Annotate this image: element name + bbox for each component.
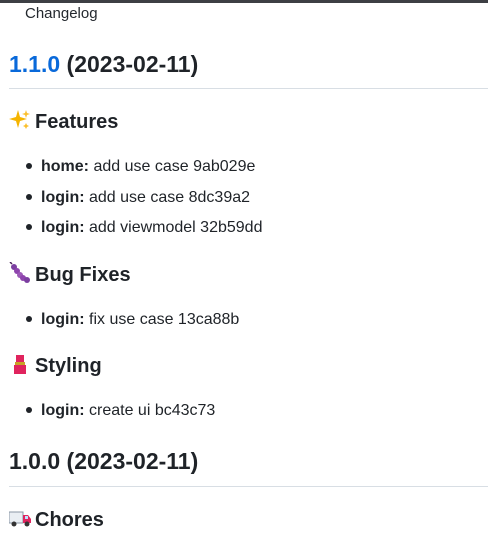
- section-heading-features: Features: [9, 109, 118, 135]
- commit-text: add use case 9ab029e: [93, 158, 256, 175]
- list-item: login: add viewmodel 32b59dd: [0, 218, 262, 249]
- bullet: [26, 163, 32, 169]
- features-list: home: add use case 9ab029e login: add us…: [0, 157, 262, 249]
- bug-fixes-list: login: fix use case 13ca88b: [0, 310, 239, 341]
- commit-scope: home:: [41, 158, 89, 175]
- commit-text: fix use case 13ca88b: [89, 311, 240, 328]
- commit-text: add use case 8dc39a2: [89, 188, 251, 206]
- styling-list: login: create ui bc43c73: [0, 401, 215, 432]
- bullet: [26, 224, 32, 230]
- list-item: home: add use case 9ab029e: [0, 157, 262, 188]
- section-title: Features: [35, 111, 119, 133]
- lipstick-icon: [9, 353, 31, 379]
- top-border: [0, 0, 488, 3]
- heading-divider: [9, 88, 488, 89]
- bullet: [26, 407, 32, 413]
- truck-icon: [9, 507, 31, 533]
- commit-scope: login:: [41, 219, 85, 236]
- section-heading-styling: Styling: [9, 353, 102, 379]
- commit-scope: login:: [41, 402, 85, 419]
- section-title: Chores: [35, 509, 104, 531]
- commit-text: add viewmodel 32b59dd: [89, 219, 263, 236]
- commit-scope: login:: [41, 188, 85, 206]
- list-item: login: create ui bc43c73: [0, 401, 215, 432]
- list-item: login: add use case 8dc39a2: [0, 188, 262, 219]
- heading-divider: [9, 486, 488, 487]
- sparkles-icon: [9, 109, 31, 135]
- release-version-link[interactable]: 1.1.0: [9, 51, 60, 77]
- release-date: (2023-02-11): [66, 448, 199, 474]
- section-title: Styling: [35, 355, 102, 377]
- breadcrumb[interactable]: Changelog: [25, 4, 98, 24]
- release-heading-1-1-0: 1.1.0 (2023-02-11): [9, 50, 198, 78]
- list-item: login: fix use case 13ca88b: [0, 310, 239, 341]
- bullet: [26, 193, 32, 200]
- commit-scope: login:: [41, 311, 85, 328]
- release-heading-1-0-0: 1.0.0 (2023-02-11): [9, 447, 198, 475]
- section-title: Bug Fixes: [35, 264, 131, 286]
- commit-text: create ui bc43c73: [89, 402, 216, 419]
- section-heading-bug-fixes: Bug Fixes: [9, 262, 131, 288]
- section-heading-chores: Chores: [9, 507, 104, 533]
- release-date: (2023-02-11): [66, 51, 199, 77]
- release-version: 1.0.0: [9, 448, 61, 474]
- bullet: [26, 316, 32, 322]
- bug-icon: [9, 262, 31, 288]
